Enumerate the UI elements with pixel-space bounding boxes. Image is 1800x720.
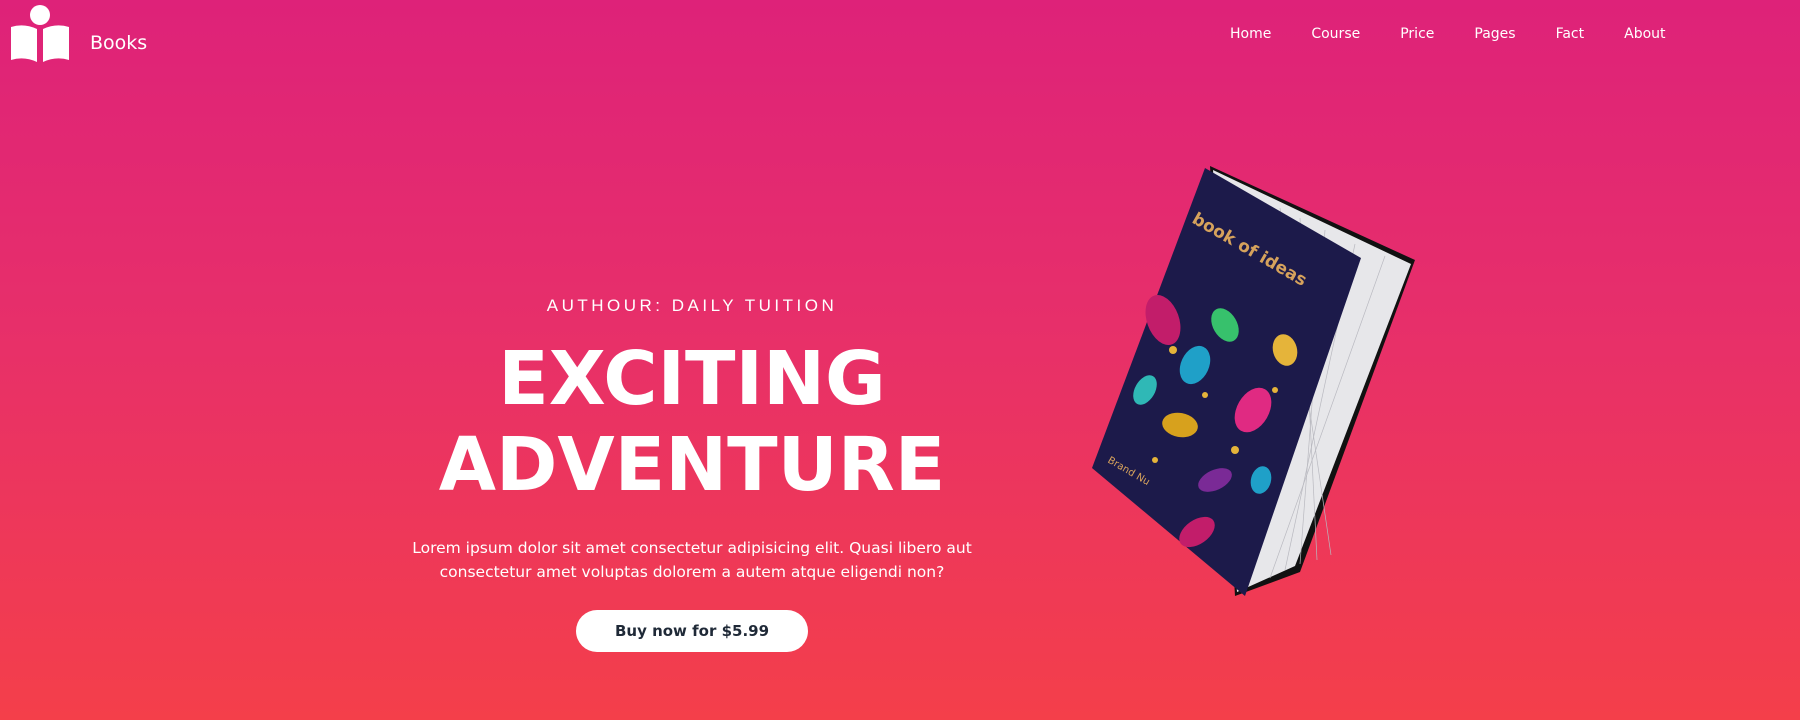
nav-about[interactable]: About <box>1624 26 1665 42</box>
buy-now-button[interactable]: Buy now for $5.99 <box>576 610 808 652</box>
brand-name: Books <box>90 32 148 54</box>
hero-title-line2: ADVENTURE <box>438 422 946 508</box>
book-cover-image: book of ideas Brand Nu <box>1085 160 1425 600</box>
hero-section: AUTHOUR: DAILY TUITION EXCITING ADVENTUR… <box>392 290 992 652</box>
hero-author: AUTHOUR: DAILY TUITION <box>546 296 838 315</box>
site-header: Books Home Course Price Pages Fact About <box>0 0 1800 80</box>
nav-fact[interactable]: Fact <box>1556 26 1585 42</box>
nav-pages[interactable]: Pages <box>1474 26 1515 42</box>
hero-title-line1: EXCITING <box>498 336 886 422</box>
brand-logo[interactable]: Books <box>8 4 147 66</box>
hero-description: Lorem ipsum dolor sit amet consectetur a… <box>412 539 972 581</box>
open-book-reader-icon <box>8 4 72 66</box>
nav-course[interactable]: Course <box>1311 26 1360 42</box>
main-nav: Home Course Price Pages Fact About <box>1230 26 1706 42</box>
nav-price[interactable]: Price <box>1400 26 1434 42</box>
nav-home[interactable]: Home <box>1230 26 1271 42</box>
hero-title: EXCITING ADVENTURE <box>392 336 992 508</box>
